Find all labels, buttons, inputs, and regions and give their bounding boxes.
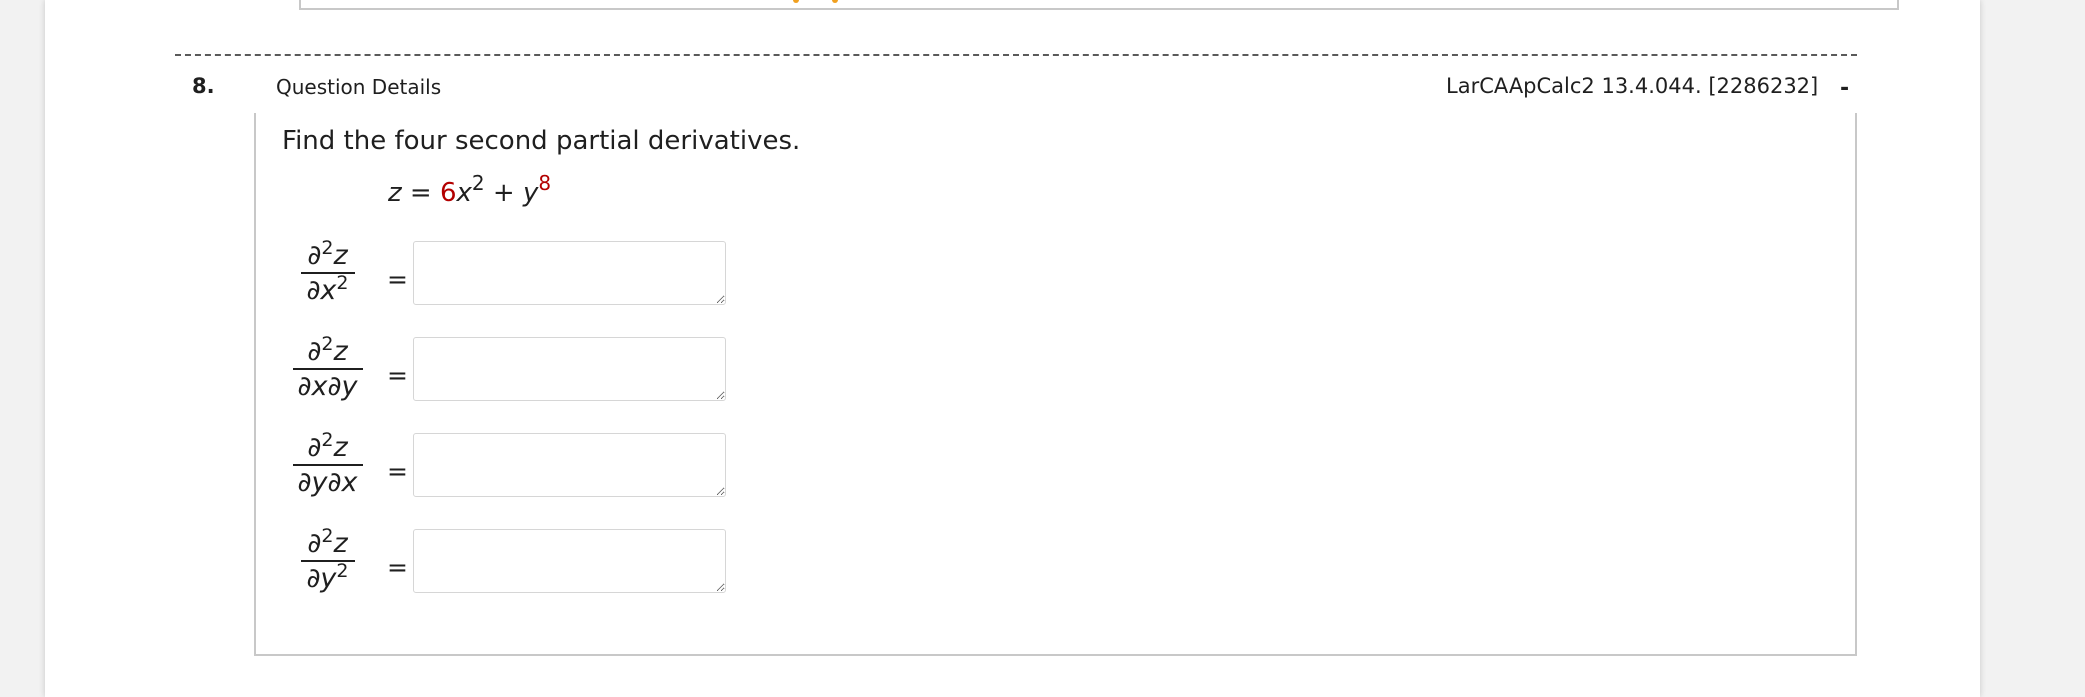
partial-fraction: ∂2z ∂x2 — [290, 237, 365, 306]
equation-plus: + — [492, 178, 515, 208]
equals-sign: = — [387, 361, 408, 390]
question-reference: LarCAApCalc2 13.4.044. [2286232] — [1446, 74, 1819, 98]
fraction-numerator: ∂2z — [307, 333, 348, 367]
previous-question-box — [299, 0, 1899, 10]
partial-fraction: ∂2z ∂y2 — [290, 525, 365, 594]
equation-y: y — [522, 178, 539, 208]
equals-sign: = — [387, 265, 408, 294]
fraction-denominator: ∂x∂y — [297, 371, 358, 402]
equation-x: x — [456, 178, 472, 208]
equation-y-exponent: 8 — [538, 171, 552, 195]
answer-input-d2z-dxdy[interactable] — [413, 337, 726, 401]
answer-input-d2z-dx2[interactable] — [413, 241, 726, 305]
equals-sign: = — [387, 553, 408, 582]
answer-input-d2z-dy2[interactable] — [413, 529, 726, 593]
equation-lhs: z — [388, 178, 402, 208]
fraction-denominator: ∂y∂x — [297, 467, 358, 498]
question-prompt: Find the four second partial derivatives… — [282, 126, 801, 156]
question-separator — [175, 54, 1857, 56]
fraction-numerator: ∂2z — [307, 525, 348, 559]
partial-fraction: ∂2z ∂y∂x — [290, 429, 365, 498]
partial-fraction: ∂2z ∂x∂y — [290, 333, 365, 402]
equation-coefficient: 6 — [439, 178, 457, 208]
equals-sign: = — [387, 457, 408, 486]
collapse-toggle[interactable]: - — [1840, 76, 1849, 101]
question-number: 8. — [192, 74, 215, 98]
fraction-numerator: ∂2z — [307, 429, 348, 463]
fraction-numerator: ∂2z — [307, 237, 348, 271]
partial-row-yx: ∂2z ∂y∂x = — [290, 429, 730, 514]
equation-x-exponent: 2 — [471, 171, 485, 195]
partial-row-yy: ∂2z ∂y2 = — [290, 525, 730, 610]
equation-equals: = — [409, 178, 432, 208]
partial-row-xy: ∂2z ∂x∂y = — [290, 333, 730, 418]
fraction-denominator: ∂y2 — [306, 560, 349, 594]
partial-row-xx: ∂2z ∂x2 = — [290, 237, 730, 322]
fraction-denominator: ∂x2 — [306, 272, 349, 306]
answer-input-d2z-dydx[interactable] — [413, 433, 726, 497]
question-details-link[interactable]: Question Details — [276, 75, 441, 99]
given-equation: z = 6x2 + y8 — [388, 171, 551, 208]
